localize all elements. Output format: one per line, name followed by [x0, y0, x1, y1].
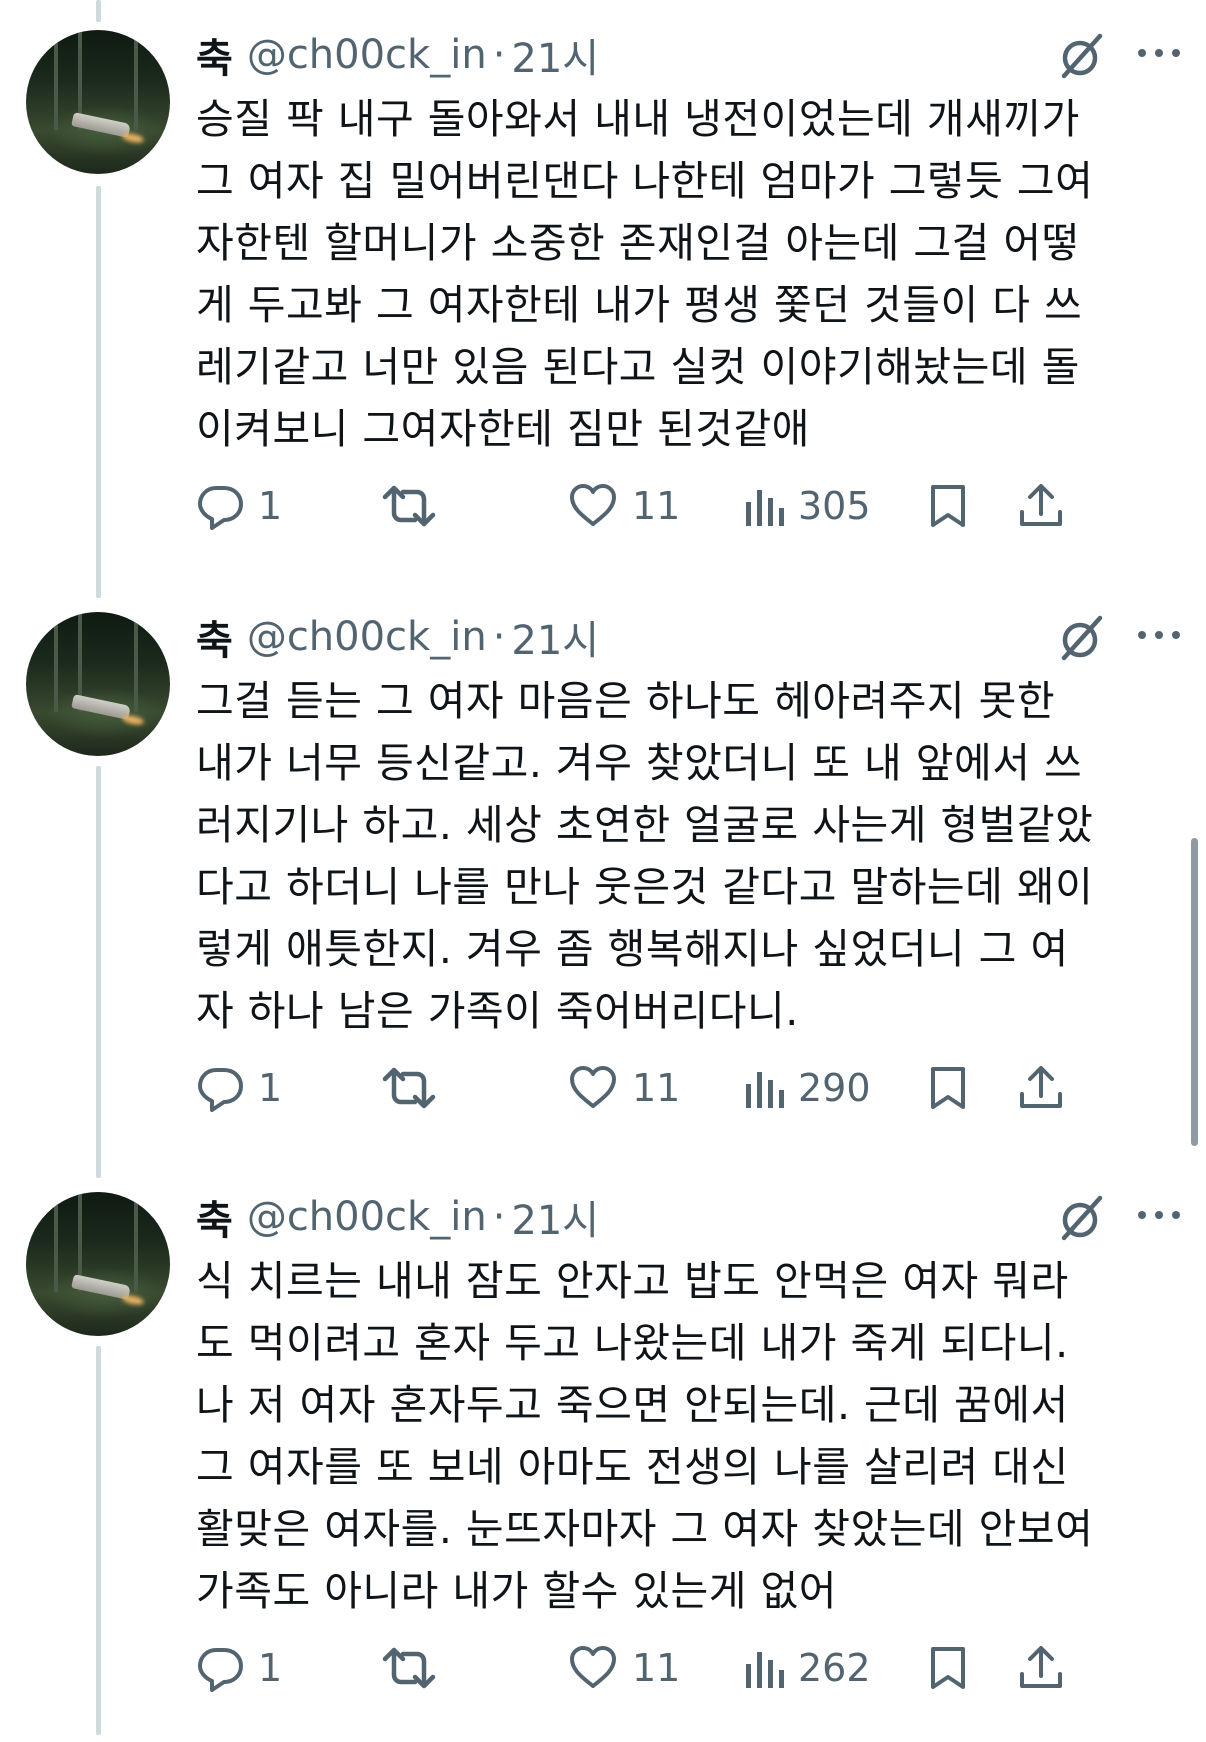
retweet-button[interactable]: [382, 1638, 436, 1698]
timestamp[interactable]: 21시: [511, 1188, 599, 1246]
scrollbar[interactable]: [1191, 838, 1198, 1146]
share-icon: [1020, 1646, 1062, 1688]
reply-button[interactable]: 1: [196, 1638, 282, 1698]
views-button[interactable]: 262: [744, 1638, 871, 1698]
bookmark-button[interactable]: [928, 476, 968, 536]
timestamp[interactable]: 21시: [511, 608, 599, 666]
reply-button[interactable]: 1: [196, 1058, 282, 1118]
view-count: 290: [798, 1066, 871, 1110]
heart-icon: [570, 1066, 616, 1108]
retweet-button[interactable]: [382, 1058, 436, 1118]
bookmark-button[interactable]: [928, 1638, 968, 1698]
views-icon: [746, 490, 784, 526]
tweet-text: 그걸 듣는 그 여자 마음은 하나도 헤아려주지 못한 내가 너무 등신같고. …: [196, 677, 1094, 1035]
tweet-actions: 1 11 305: [196, 476, 1186, 536]
separator-dot: ·: [492, 614, 506, 660]
bookmark-icon: [931, 485, 965, 527]
avatar[interactable]: [26, 30, 170, 174]
like-button[interactable]: 11: [568, 1638, 680, 1698]
reply-button[interactable]: 1: [196, 476, 282, 536]
display-name[interactable]: 축: [196, 608, 233, 666]
user-handle[interactable]: @ch00ck_in: [247, 32, 487, 78]
more-icon[interactable]: [1134, 620, 1184, 650]
user-handle[interactable]: @ch00ck_in: [247, 1194, 487, 1240]
retweet-icon: [382, 485, 436, 527]
reply-icon: [198, 1648, 243, 1692]
tweet-actions: 1 11 262: [196, 1638, 1186, 1698]
bookmark-icon: [931, 1067, 965, 1109]
separator-dot: ·: [492, 32, 506, 78]
display-name[interactable]: 축: [196, 26, 233, 84]
heart-icon: [570, 484, 616, 526]
heart-icon: [570, 1646, 616, 1688]
retweet-icon: [382, 1067, 436, 1109]
tweet[interactable]: 축 @ch00ck_in · 21시 그걸 듣는 그 여자 마음은 하나도 헤아…: [0, 582, 1206, 1162]
grok-icon[interactable]: [1056, 612, 1108, 664]
tweet-text: 식 치르는 내내 잠도 안자고 밥도 안먹은 여자 뭐라 도 먹이려고 혼자 두…: [196, 1257, 1094, 1615]
tweet-header: 축 @ch00ck_in · 21시: [196, 612, 599, 664]
share-button[interactable]: [1018, 1058, 1064, 1118]
reply-icon: [198, 1068, 243, 1112]
avatar[interactable]: [26, 1192, 170, 1336]
bookmark-icon: [931, 1647, 965, 1689]
share-icon: [1020, 484, 1062, 526]
like-count: 11: [632, 1066, 681, 1110]
reply-count: 1: [258, 1066, 283, 1110]
like-count: 11: [632, 1646, 681, 1690]
view-count: 262: [798, 1646, 871, 1690]
more-icon[interactable]: [1134, 38, 1184, 68]
retweet-button[interactable]: [382, 476, 436, 536]
reply-icon: [198, 486, 243, 530]
grok-icon[interactable]: [1056, 1192, 1108, 1244]
tweet[interactable]: 축 @ch00ck_in · 21시 식 치르는 내내 잠도 안자고 밥도 안먹…: [0, 1162, 1206, 1742]
tweet-header: 축 @ch00ck_in · 21시: [196, 1192, 599, 1244]
like-count: 11: [632, 484, 681, 528]
view-count: 305: [798, 484, 871, 528]
separator-dot: ·: [492, 1194, 506, 1240]
share-button[interactable]: [1018, 1638, 1064, 1698]
user-handle[interactable]: @ch00ck_in: [247, 614, 487, 660]
display-name[interactable]: 축: [196, 1188, 233, 1246]
views-icon: [746, 1652, 784, 1688]
more-icon[interactable]: [1134, 1200, 1184, 1230]
share-icon: [1020, 1066, 1062, 1108]
views-button[interactable]: 305: [744, 476, 871, 536]
timestamp[interactable]: 21시: [511, 26, 599, 84]
bookmark-button[interactable]: [928, 1058, 968, 1118]
avatar[interactable]: [26, 612, 170, 756]
views-icon: [746, 1072, 784, 1108]
reply-count: 1: [258, 484, 283, 528]
share-button[interactable]: [1018, 476, 1064, 536]
grok-icon[interactable]: [1056, 30, 1108, 82]
like-button[interactable]: 11: [568, 1058, 680, 1118]
reply-count: 1: [258, 1646, 283, 1690]
retweet-icon: [382, 1647, 436, 1689]
tweet-text: 승질 팍 내구 돌아와서 내내 냉전이었는데 개새끼가 그 여자 집 밀어버린댄…: [196, 95, 1094, 453]
tweet-actions: 1 11 290: [196, 1058, 1186, 1118]
views-button[interactable]: 290: [744, 1058, 871, 1118]
like-button[interactable]: 11: [568, 476, 680, 536]
tweet[interactable]: 축 @ch00ck_in · 21시 승질 팍 내구 돌아와서 내내 냉전이었는…: [0, 0, 1206, 580]
tweet-header: 축 @ch00ck_in · 21시: [196, 30, 599, 82]
